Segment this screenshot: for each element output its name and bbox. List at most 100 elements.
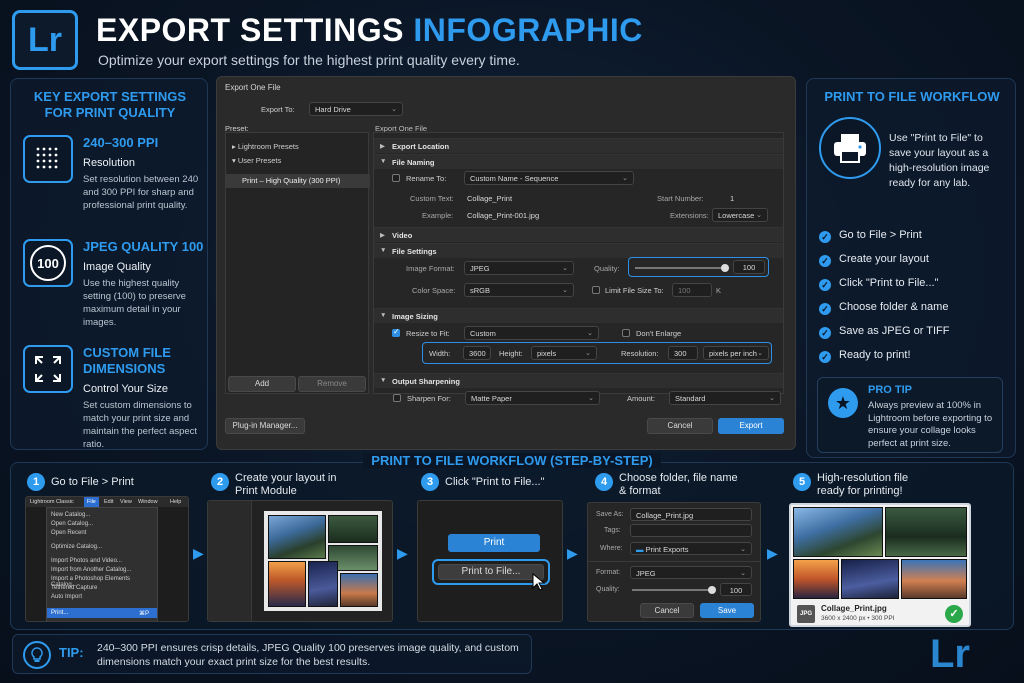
section-video[interactable]: ▶ Video [374,227,783,242]
menu-item[interactable]: Auto Import [51,594,82,600]
result-photo [793,507,883,557]
dont-enlarge-checkbox[interactable] [622,329,630,337]
menu-bar-item[interactable]: Window [138,499,158,505]
print-to-file-button[interactable]: Print to File... [438,564,544,580]
image-format-select[interactable]: JPEG ⌄ [464,261,574,275]
preset-folder-lightroom[interactable]: ▸ Lightroom Presets [232,142,299,151]
collage-photo[interactable] [268,561,306,607]
resolution-input[interactable]: 300 [668,346,698,360]
extensions-select[interactable]: Lowercase ⌄ [712,208,768,222]
plugin-manager-button[interactable]: Plug-in Manager... [225,418,305,434]
example-value: Collage_Print-001.jpg [467,211,540,220]
image-format-label: Image Format: [406,264,455,273]
section-export-location[interactable]: ▶ Export Location [374,138,783,153]
format-label: Format: [596,569,621,576]
result-photo [901,559,967,599]
rename-value: Custom Name - Sequence [470,174,559,183]
expand-corners-icon [23,345,73,393]
collage-photo[interactable] [268,515,326,559]
tags-label: Tags: [604,527,621,534]
menu-item[interactable]: Optimize Catalog... [51,544,102,550]
save-quality-input[interactable]: 100 [720,583,752,596]
quality-slider-thumb[interactable] [721,264,729,272]
resize-to-fit-checkbox[interactable] [392,327,400,337]
section-image-sizing[interactable]: ▼ Image Sizing [374,308,783,323]
tags-input[interactable] [630,524,752,537]
print-button[interactable]: Print [448,534,540,552]
printer-icon [819,117,881,179]
units-select[interactable]: pixels ⌄ [531,346,597,360]
collage-photo[interactable] [328,515,378,543]
menu-item[interactable]: Open Catalog... [51,521,93,527]
preset-item-print-hq[interactable]: Print – High Quality (300 PPI) [242,176,340,185]
mouse-cursor-icon [532,572,546,596]
menu-item[interactable]: Tethered Capture [51,585,97,591]
result-ppi: 300 PPI [871,615,895,622]
export-button[interactable]: Export [718,418,784,434]
step-label: Go to File > Print [51,476,134,488]
preset-folder-user[interactable]: ▾ User Presets [232,156,281,165]
format-select[interactable]: JPEG ⌄ [630,566,752,579]
menu-bar-item[interactable]: Edit [104,499,113,505]
limit-file-size-checkbox[interactable] [592,286,600,294]
quality-slider-track[interactable] [635,267,725,269]
cancel-button[interactable]: Cancel [647,418,713,434]
save-quality-track[interactable] [632,589,712,591]
export-to-select[interactable]: Hard Drive ⌄ [309,102,403,116]
chevron-down-icon: ⌄ [562,265,568,272]
rename-checkbox[interactable] [392,174,400,182]
collage-photo[interactable] [308,561,338,607]
where-select[interactable]: ▬ Print Exports ⌄ [630,542,752,555]
where-value: Print Exports [645,545,689,554]
quality-input[interactable]: 100 [733,260,765,274]
expanded-triangle-icon: ▼ [380,158,387,165]
menu-item[interactable]: Open Recent [51,530,86,536]
section-label: Image Sizing [392,312,438,321]
divider [588,561,760,562]
print-to-file-intro: Use "Print to File" to save your layout … [889,132,990,189]
workflow-step-label: Ready to print! [839,349,911,361]
menu-bar: Lightroom Classic File Edit View Window … [26,497,188,507]
color-space-select[interactable]: sRGB ⌄ [464,283,574,297]
remove-preset-button[interactable]: Remove [298,376,366,392]
preset-list: ▸ Lightroom Presets ▾ User Presets Print… [225,132,370,394]
save-button[interactable]: Save [700,603,754,618]
menu-item[interactable]: Import from Another Catalog... [51,567,131,573]
limit-file-size-input[interactable]: 100 [672,283,712,297]
sharpen-checkbox[interactable] [393,394,401,402]
title-part-1: EXPORT SETTINGS [96,12,404,48]
menu-bar-item[interactable]: Lightroom Classic [30,499,74,505]
where-label: Where: [600,545,623,552]
sharpen-for-select[interactable]: Matte Paper ⌄ [465,391,600,405]
save-cancel-button[interactable]: Cancel [640,603,694,618]
resolution-label: Resolution: [621,349,659,358]
amount-select[interactable]: Standard ⌄ [669,391,781,405]
workflow-steps-heading: PRINT TO FILE WORKFLOW (STEP-BY-STEP) [0,453,1024,468]
workflow-steps-panel: 1 Go to File > Print Lightroom Classic F… [10,462,1014,630]
menu-item[interactable]: New Catalog... [51,512,90,518]
title-part-2: INFOGRAPHIC [413,12,643,48]
section-output-sharpening[interactable]: ▼ Output Sharpening [374,373,783,388]
save-quality-thumb[interactable] [708,586,716,594]
custom-text-value[interactable]: Collage_Print [467,194,512,203]
chevron-down-icon: ⌄ [740,570,746,577]
resize-to-fit-select[interactable]: Custom ⌄ [464,326,599,340]
rename-select[interactable]: Custom Name - Sequence ⌄ [464,171,634,185]
menu-item-print-highlight[interactable]: Print... ⌘P [47,608,157,618]
menu-item[interactable]: Import Photos and Video... [51,558,122,564]
save-as-input[interactable]: Collage_Print.jpg [630,508,752,521]
footer-lightroom-logo: Lr [930,632,970,676]
width-input[interactable]: 3600 [463,346,491,360]
section-file-settings[interactable]: ▼ File Settings [374,243,783,258]
extensions-label: Extensions: [670,211,709,220]
menu-bar-item[interactable]: View [120,499,132,505]
add-preset-button[interactable]: Add [228,376,296,392]
start-number-value[interactable]: 1 [730,194,734,203]
resolution-unit-select[interactable]: pixels per inch ⌄ [703,346,769,360]
section-file-naming[interactable]: ▼ File Naming [374,154,783,169]
setting-title: JPEG QUALITY 100 [83,239,204,254]
sharpen-for-value: Matte Paper [471,394,512,403]
menu-bar-file[interactable]: File [84,497,99,507]
collage-photo[interactable] [340,573,378,607]
menu-bar-item[interactable]: Help [170,499,181,505]
